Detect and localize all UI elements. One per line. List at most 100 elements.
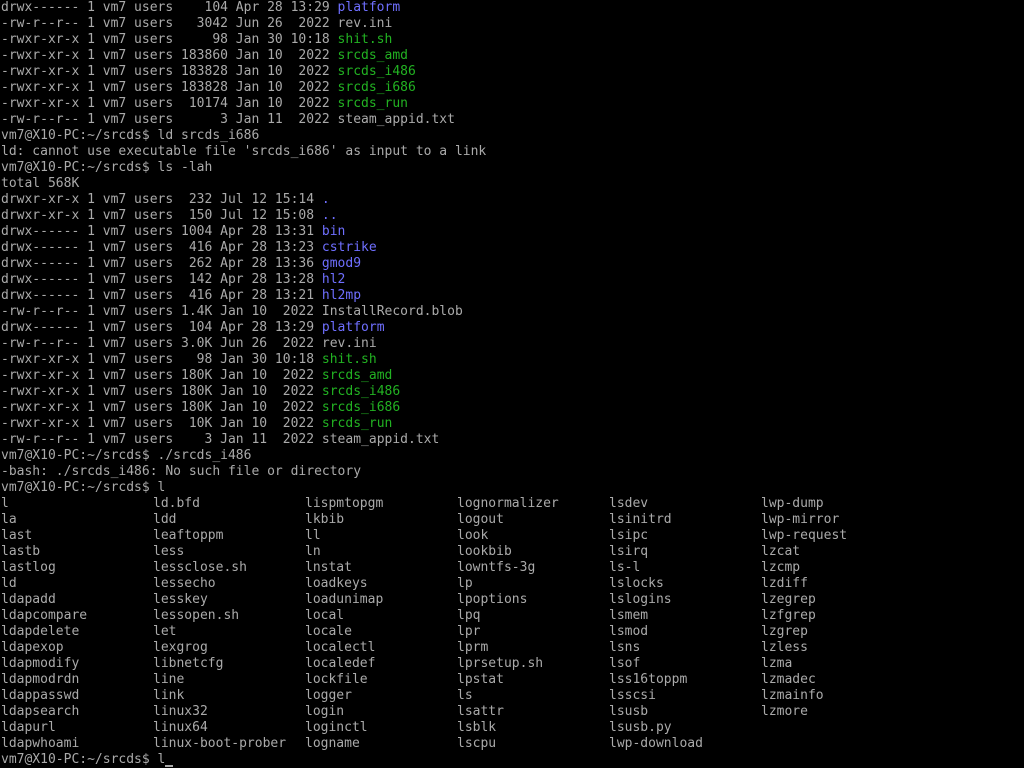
completion-item: lwp-dump (761, 496, 824, 511)
completion-item: lockfile (305, 672, 368, 687)
output-line: vm7@X10-PC:~/srcds$ ls -lah (1, 160, 1024, 176)
completion-item: lsmem (609, 608, 649, 623)
completion-item: loginctl (305, 720, 368, 735)
directory-name: .. (321, 208, 338, 223)
line-text: -rwxr-xr-x 1 vm7 users 10174 Jan 10 2022 (1, 96, 338, 111)
completion-item: ls (457, 688, 473, 703)
output-line: -rwxr-xr-x 1 vm7 users 180K Jan 10 2022 … (1, 400, 1024, 416)
completion-item: lessclose.sh (153, 560, 247, 575)
output-line: -rw-r--r-- 1 vm7 users 3042 Jun 26 2022 … (1, 16, 1024, 32)
line-text: -rwxr-xr-x 1 vm7 users 180K Jan 10 2022 (1, 384, 322, 399)
line-text: -rwxr-xr-x 1 vm7 users 98 Jan 30 10:18 (1, 352, 322, 367)
completion-item: ldapdelete (1, 624, 80, 639)
output-line: -rwxr-xr-x 1 vm7 users 10K Jan 10 2022 s… (1, 416, 1024, 432)
output-line: drwx------ 1 vm7 users 104 Apr 28 13:29 … (1, 320, 1024, 336)
completion-item: ldapexop (1, 640, 64, 655)
directory-name: . (321, 192, 330, 207)
completion-item (761, 720, 913, 736)
prompt-line[interactable]: vm7@X10-PC:~/srcds$ l (1, 752, 1024, 768)
line-text: -rwxr-xr-x 1 vm7 users 10K Jan 10 2022 (1, 416, 322, 431)
completion-item: ldapmodrdn (1, 672, 80, 687)
directory-name: platform (337, 0, 401, 15)
completion-list: l ld.bfd lispmtopgm lognormalizer lsdev lwp-d… (1, 496, 1024, 752)
completion-item: loadunimap (305, 592, 384, 607)
completion-item: ldapwhoami (1, 736, 80, 751)
output-line: vm7@X10-PC:~/srcds$ l (1, 480, 1024, 496)
completion-item: lispmtopgm (305, 496, 384, 511)
output-line: drwx------ 1 vm7 users 262 Apr 28 13:36 … (1, 256, 1024, 272)
file-name: steam_appid.txt (321, 432, 440, 447)
completion-item: lnstat (305, 560, 352, 575)
directory-name: platform (321, 320, 385, 335)
completion-item: lpr (457, 624, 481, 639)
completion-item: lzfgrep (761, 608, 816, 623)
completion-item: lsof (609, 656, 641, 671)
output-line: -rwxr-xr-x 1 vm7 users 10174 Jan 10 2022… (1, 96, 1024, 112)
completion-item: lzless (761, 640, 808, 655)
completion-item: ldd (153, 512, 177, 527)
line-text: -rwxr-xr-x 1 vm7 users 180K Jan 10 2022 (1, 368, 322, 383)
completion-item: look (457, 528, 489, 543)
file-name: steam_appid.txt (337, 112, 455, 127)
completion-item: lzmadec (761, 672, 816, 687)
completion-item: ll (305, 528, 321, 543)
line-text: vm7@X10-PC:~/srcds$ ls -lah (1, 160, 213, 175)
line-text: drwx------ 1 vm7 users 142 Apr 28 13:28 (1, 272, 322, 287)
directory-name: bin (321, 224, 346, 239)
completion-item: leaftoppm (153, 528, 224, 543)
completion-item: linux-boot-prober (153, 736, 287, 751)
completion-item: ldapcompare (1, 608, 88, 623)
executable-name: srcds_i686 (337, 80, 416, 95)
file-name: rev.ini (321, 336, 377, 351)
line-text: drwx------ 1 vm7 users 104 Apr 28 13:29 (1, 0, 338, 15)
output-line: -rwxr-xr-x 1 vm7 users 183860 Jan 10 202… (1, 48, 1024, 64)
output-line: drwxr-xr-x 1 vm7 users 232 Jul 12 15:14 … (1, 192, 1024, 208)
completion-item (761, 736, 913, 752)
line-text: vm7@X10-PC:~/srcds$ l (1, 480, 166, 495)
executable-name: shit.sh (321, 352, 377, 367)
completion-item: lookbib (457, 544, 512, 559)
directory-name: gmod9 (321, 256, 362, 271)
executable-name: shit.sh (337, 32, 393, 47)
output-line: drwxr-xr-x 1 vm7 users 150 Jul 12 15:08 … (1, 208, 1024, 224)
output-line: -rw-r--r-- 1 vm7 users 3.0K Jun 26 2022 … (1, 336, 1024, 352)
completion-item: lwp-mirror (761, 512, 840, 527)
output-line: vm7@X10-PC:~/srcds$ ld srcds_i686 (1, 128, 1024, 144)
line-text: drwx------ 1 vm7 users 104 Apr 28 13:29 (1, 320, 322, 335)
completion-item: ldapsearch (1, 704, 80, 719)
completion-item: lsusb (609, 704, 649, 719)
completion-item: local (305, 608, 345, 623)
completion-item: libnetcfg (153, 656, 224, 671)
completion-item: lsdev (609, 496, 649, 511)
line-text: -rw-r--r-- 1 vm7 users 3.0K Jun 26 2022 (1, 336, 322, 351)
executable-name: srcds_i486 (337, 64, 416, 79)
executable-name: srcds_amd (321, 368, 393, 383)
completion-item: lzmore (761, 704, 808, 719)
line-text: -bash: ./srcds_i486: No such file or dir… (1, 464, 362, 479)
completion-item: lprsetup.sh (457, 656, 544, 671)
line-text: -rw-r--r-- 1 vm7 users 3 Jan 11 2022 (1, 112, 338, 127)
output-line: drwx------ 1 vm7 users 142 Apr 28 13:28 … (1, 272, 1024, 288)
completion-item: lsinitrd (609, 512, 672, 527)
terminal-window[interactable]: drwx------ 1 vm7 users 104 Apr 28 13:29 … (0, 0, 1024, 768)
completion-item: lsipc (609, 528, 649, 543)
completion-item: loadkeys (305, 576, 368, 591)
completion-item: lkbib (305, 512, 345, 527)
completion-item: lprm (457, 640, 489, 655)
completion-item: login (305, 704, 345, 719)
completion-item: lzma (761, 656, 793, 671)
output-line: -rwxr-xr-x 1 vm7 users 180K Jan 10 2022 … (1, 368, 1024, 384)
line-text: drwxr-xr-x 1 vm7 users 232 Jul 12 15:14 (1, 192, 322, 207)
completion-item: lzcmp (761, 560, 801, 575)
completion-item: localedef (305, 656, 376, 671)
line-text: drwxr-xr-x 1 vm7 users 150 Jul 12 15:08 (1, 208, 322, 223)
output-line: total 568K (1, 176, 1024, 192)
completion-item: locale (305, 624, 352, 639)
executable-name: srcds_i686 (321, 400, 401, 415)
executable-name: srcds_run (321, 416, 393, 431)
line-text: -rwxr-xr-x 1 vm7 users 183860 Jan 10 202… (1, 48, 338, 63)
line-text: -rwxr-xr-x 1 vm7 users 98 Jan 30 10:18 (1, 32, 338, 47)
line-text: -rw-r--r-- 1 vm7 users 3 Jan 11 2022 (1, 432, 322, 447)
executable-name: srcds_run (337, 96, 408, 111)
completion-item: lessecho (153, 576, 216, 591)
